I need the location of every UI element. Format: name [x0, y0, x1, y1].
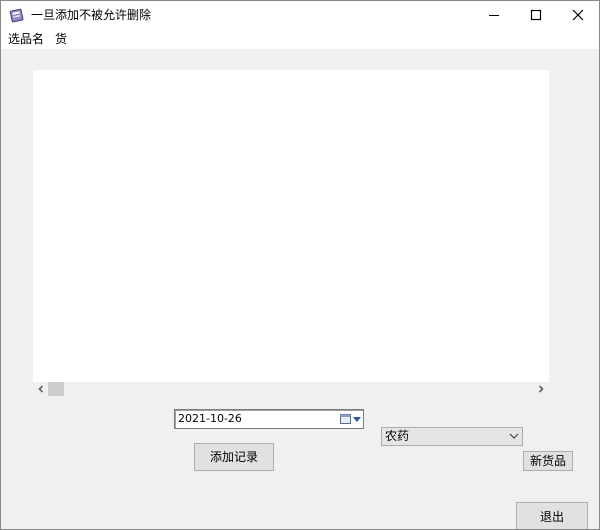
- category-select[interactable]: 农药: [381, 427, 523, 446]
- chevron-down-icon[interactable]: [353, 417, 361, 422]
- scroll-right-icon[interactable]: [536, 384, 546, 394]
- category-selected-value: 农药: [385, 429, 410, 443]
- app-icon: [9, 8, 24, 23]
- maximize-icon: [530, 9, 542, 21]
- title-bar[interactable]: 一旦添加不被允许删除: [1, 1, 599, 29]
- new-goods-button[interactable]: 新货品: [523, 451, 573, 471]
- minimize-icon: [489, 15, 499, 16]
- scroll-left-icon[interactable]: [36, 384, 46, 394]
- maximize-button[interactable]: [513, 1, 559, 29]
- horizontal-scrollbar[interactable]: [33, 382, 549, 396]
- date-picker[interactable]: 2021-10-26: [174, 409, 364, 429]
- menu-bar: 选品名 货: [1, 29, 599, 49]
- menu-goods[interactable]: 货: [55, 31, 67, 47]
- menu-select-product[interactable]: 选品名: [8, 31, 44, 47]
- window-title: 一旦添加不被允许删除: [31, 8, 152, 22]
- scrollbar-thumb[interactable]: [48, 382, 64, 396]
- exit-button[interactable]: 退出: [516, 502, 588, 529]
- main-window: 一旦添加不被允许删除 选品名 货 2021-10-26 农药 添加记录 新货品 …: [0, 0, 600, 530]
- date-value: 2021-10-26: [178, 412, 242, 425]
- close-icon: [572, 9, 584, 21]
- chevron-down-icon: [509, 433, 519, 439]
- minimize-button[interactable]: [471, 1, 517, 29]
- add-record-button[interactable]: 添加记录: [194, 443, 274, 471]
- records-list[interactable]: [33, 70, 549, 382]
- calendar-icon[interactable]: [340, 413, 351, 424]
- close-button[interactable]: [555, 1, 599, 29]
